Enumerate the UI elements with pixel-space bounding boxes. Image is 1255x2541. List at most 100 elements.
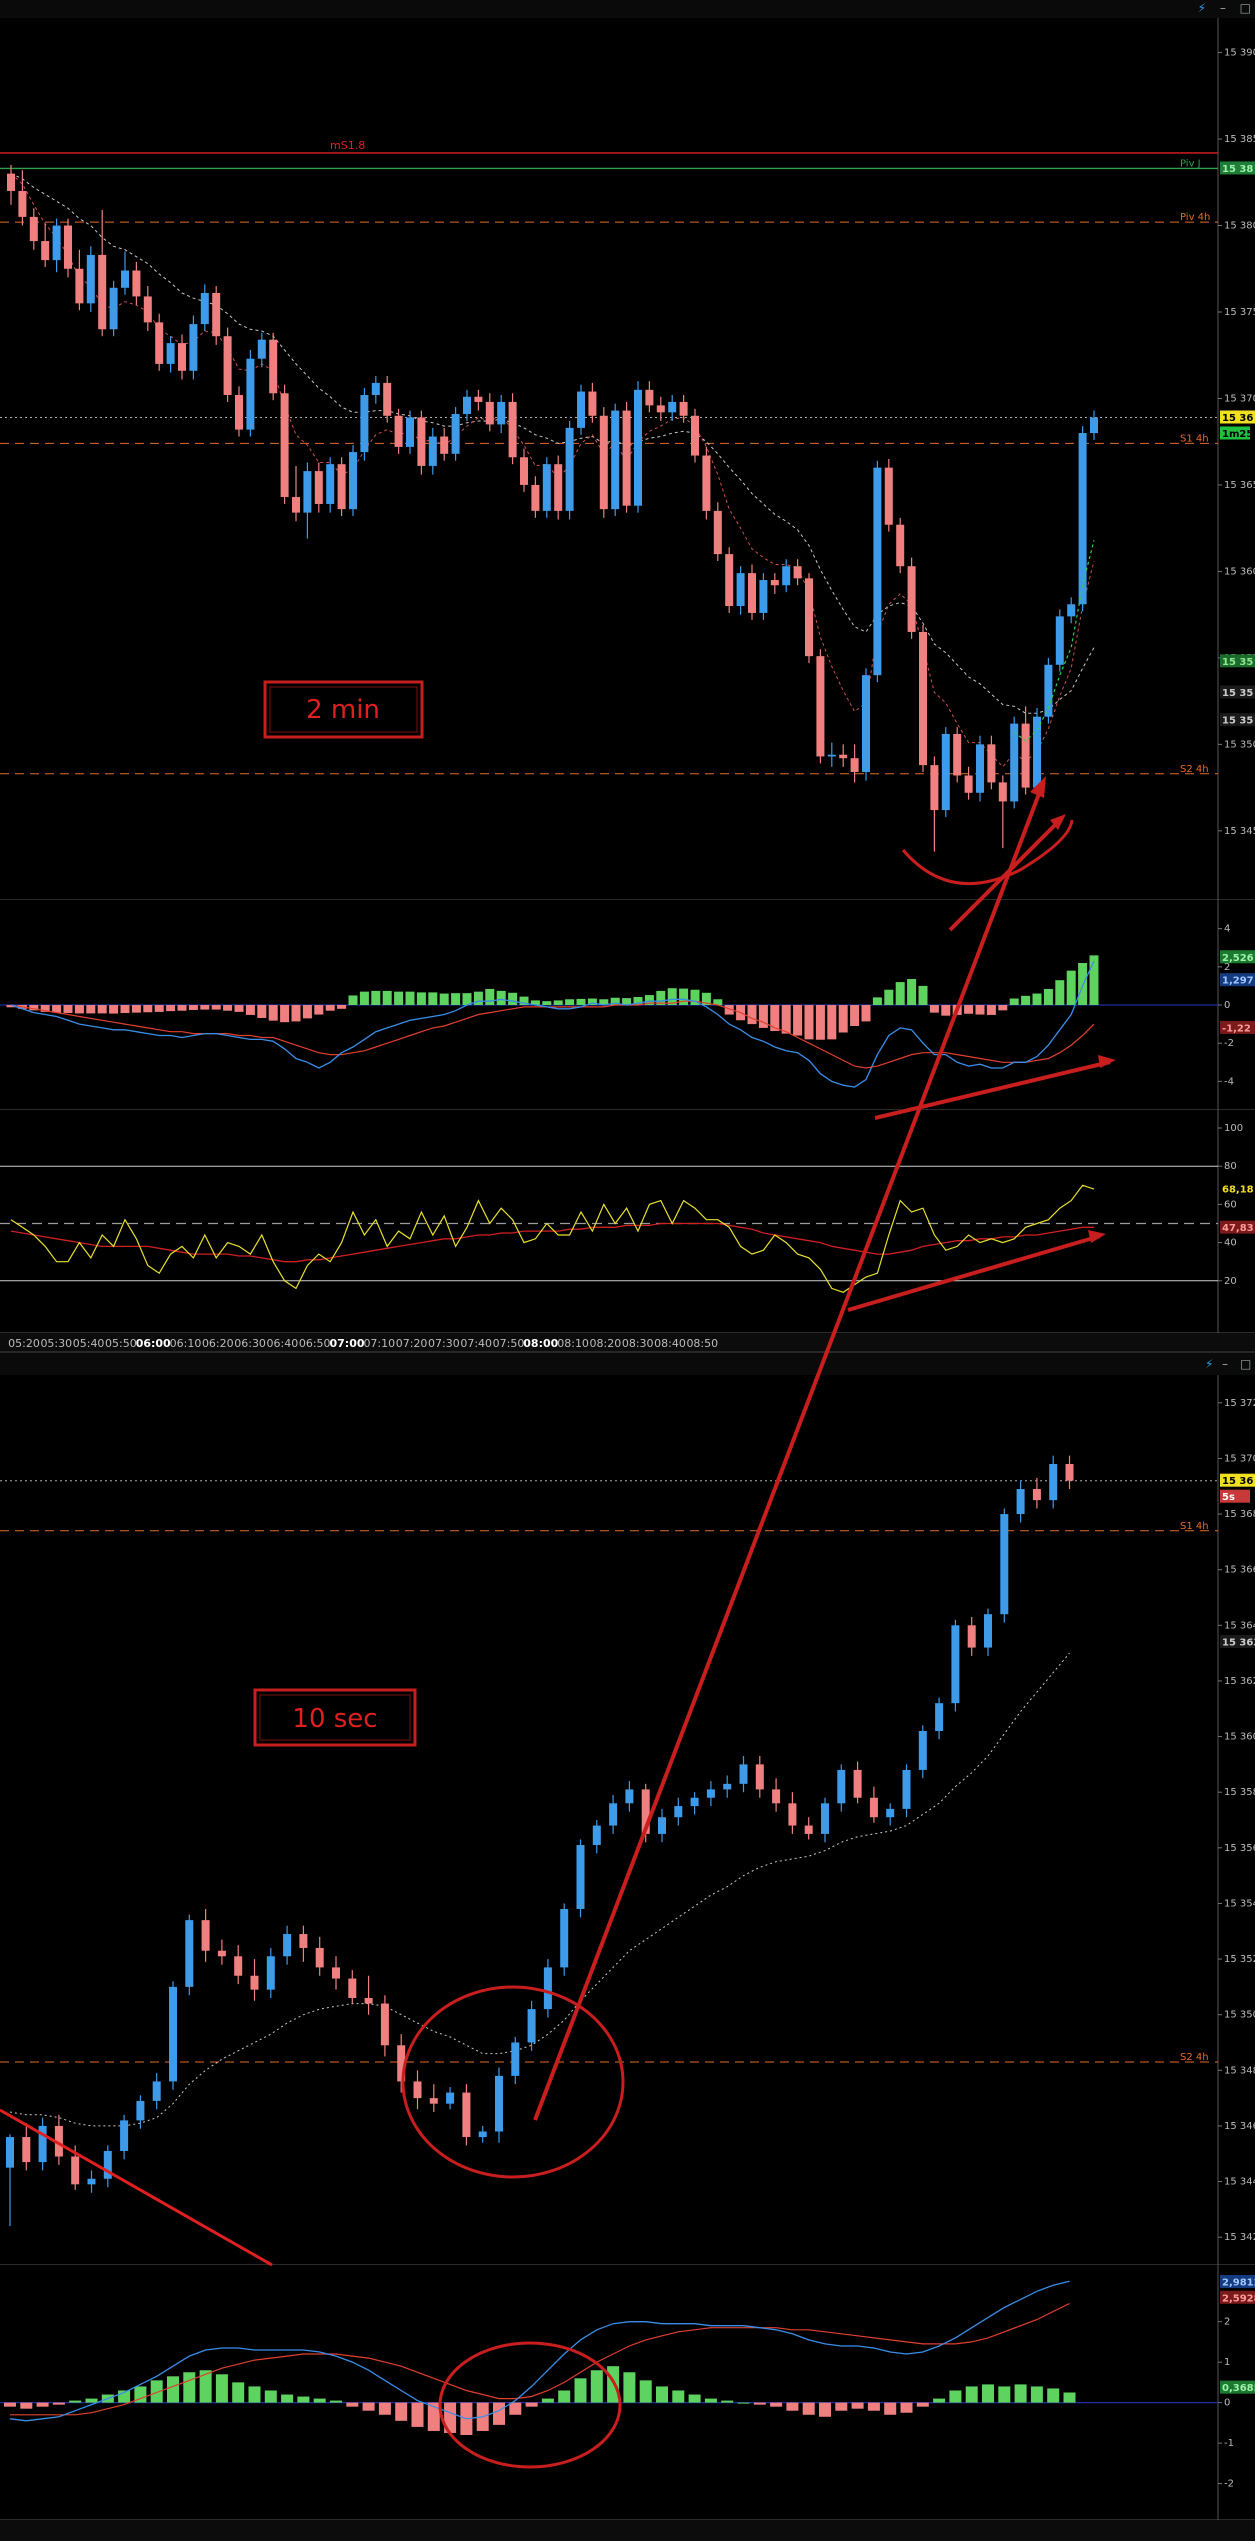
bottom-price-ytick-label: 15 358 (1224, 1787, 1255, 1798)
top-macd-hist-bar (382, 990, 392, 1005)
bottom-macd-hist-bar (264, 2390, 277, 2403)
top-candle (919, 631, 927, 766)
top-candle (588, 391, 597, 416)
top-time-tick-label: 08:00 (523, 1337, 558, 1350)
top-level-label: Piv 4h (1180, 212, 1210, 223)
bottom-macd-hist-bar (1030, 2386, 1043, 2403)
bottom-candle (788, 1803, 797, 1826)
bottom-macd-hist-bar (623, 2372, 636, 2403)
bottom-ma-badge: 15 363 (1222, 1638, 1255, 1649)
top-candle (713, 510, 722, 555)
bottom-macd-hist-bar (36, 2402, 49, 2407)
bottom-candle (364, 1998, 373, 2004)
top-macd-hist-bar (758, 1005, 768, 1028)
top-candle (166, 343, 175, 364)
top-macd-hist-bar (1043, 988, 1053, 1005)
top-time-tick-label: 05:40 (73, 1337, 105, 1350)
top-candle (269, 339, 278, 394)
bottom-candle (217, 1950, 226, 1957)
bottom-candle (886, 1808, 895, 1818)
bottom-macd-hist-bar (525, 2402, 538, 2407)
bottom-macd-hist-bar (802, 2402, 815, 2415)
top-candle (554, 464, 563, 511)
top-macd-hist-bar (188, 1005, 198, 1010)
top-time-tick-label: 06:00 (136, 1337, 171, 1350)
bottom-macd-hist-bar (656, 2386, 668, 2403)
bottom-candle (413, 2081, 422, 2099)
top-candle (542, 464, 551, 511)
bottom-candle (283, 1934, 292, 1957)
bottom-macd-ytick-label: -2 (1224, 2479, 1234, 2490)
top-candle (953, 733, 962, 776)
bottom-macd-badge: 0,3685 (1222, 2383, 1255, 2394)
top-macd-hist-bar (747, 1005, 757, 1025)
bottom-candle (348, 1978, 357, 1998)
top-macd-hist-bar (302, 1005, 312, 1019)
top-macd-hist-bar (74, 1005, 84, 1014)
bottom-price-ytick-label: 15 348 (1224, 2065, 1255, 2076)
bottom-candle (935, 1703, 944, 1731)
top-time-tick-label: 07:40 (460, 1337, 492, 1350)
top-candle (1078, 433, 1087, 605)
top-time-tick-label: 08:50 (686, 1337, 718, 1350)
bottom-price-ytick-label: 15 368 (1224, 1509, 1255, 1520)
top-candle (246, 358, 255, 430)
bottom-candle (951, 1625, 960, 1704)
top-macd-hist-bar (918, 985, 928, 1005)
bottom-macd-ytick-label: 2 (1224, 2317, 1230, 2328)
bottom-macd-hist-bar (297, 2396, 310, 2403)
bottom-macd-badge: 2,5928 (1222, 2293, 1255, 2304)
bottom-macd-hist-bar (52, 2402, 65, 2405)
top-candle (862, 675, 870, 773)
top-macd-hist-bar (245, 1005, 255, 1015)
top-candle (987, 744, 996, 783)
bottom-macd-hist-bar (672, 2390, 685, 2403)
top-macd-hist-bar (496, 990, 506, 1005)
bottom-macd-hist-bar (770, 2402, 783, 2407)
bottom-candle (837, 1769, 846, 1804)
bottom-macd-hist-bar (933, 2398, 946, 2403)
top-macd-hist-bar (838, 1005, 848, 1033)
top-macd-hist-bar (462, 993, 472, 1005)
top-macd-hist-bar (348, 995, 358, 1005)
bottom-macd-hist-bar (541, 2398, 554, 2403)
top-candle (143, 296, 152, 323)
top-candle (770, 580, 779, 586)
bottom-macd-hist-bar (704, 2398, 717, 2403)
top-macd-hist-bar (895, 982, 905, 1005)
top-macd-hist-bar (576, 998, 586, 1005)
top-candle (18, 190, 27, 217)
bottom-candle (299, 1934, 308, 1948)
top-time-tick-label: 06:20 (202, 1337, 234, 1350)
top-macd-hist-bar (508, 992, 518, 1005)
top-price-ytick-label: 15 375 (1224, 307, 1255, 318)
top-macd-hist-bar (428, 992, 438, 1005)
bottom-macd-hist-bar (1014, 2384, 1027, 2403)
bottom-current-price-badge: 15 36 (1222, 1476, 1253, 1487)
top-macd-hist-bar (177, 1005, 187, 1011)
bottom-price-ytick-label: 15 342 (1224, 2232, 1255, 2243)
top-candle (417, 417, 426, 466)
top-candle (656, 405, 665, 413)
top-candle (668, 401, 677, 413)
top-candle (976, 744, 984, 793)
top-time-tick-label: 07:50 (493, 1337, 525, 1350)
top-candle (896, 524, 905, 567)
bottom-candle (136, 2100, 145, 2121)
top-candle (383, 382, 392, 416)
top-candle (223, 336, 232, 396)
top-macd-ytick-label: 0 (1224, 1000, 1230, 1011)
bottom-candle (869, 1797, 878, 1818)
bottom-candle (902, 1769, 911, 1809)
top-candle (1055, 616, 1064, 665)
top-macd-hist-bar (143, 1005, 153, 1013)
top-ma-badge: 15 35 (1222, 657, 1253, 668)
bottom-macd-hist-bar (982, 2384, 994, 2403)
bottom-candle (592, 1825, 601, 1846)
bottom-candle (609, 1803, 618, 1826)
top-candle (440, 436, 449, 454)
top-macd-hist-bar (884, 989, 894, 1005)
bottom-macd-hist-bar (167, 2376, 179, 2403)
top-candle (702, 455, 711, 511)
top-macd-hist-bar (200, 1005, 210, 1010)
